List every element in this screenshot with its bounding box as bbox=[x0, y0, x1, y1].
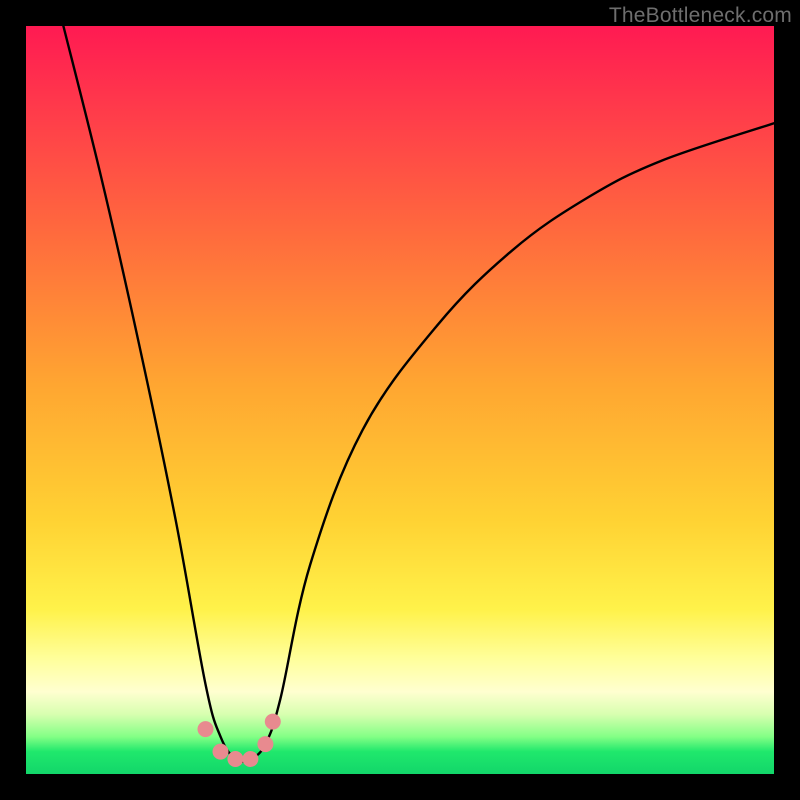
marker-point bbox=[198, 721, 214, 737]
chart-svg bbox=[26, 26, 774, 774]
chart-plot-area bbox=[26, 26, 774, 774]
marker-point bbox=[213, 744, 229, 760]
marker-point bbox=[265, 714, 281, 730]
watermark-text: TheBottleneck.com bbox=[609, 4, 792, 28]
marker-point bbox=[242, 751, 258, 767]
chart-stage: TheBottleneck.com bbox=[0, 0, 800, 800]
bottleneck-curve bbox=[63, 26, 774, 762]
marker-point bbox=[227, 751, 243, 767]
bottom-cluster-markers bbox=[198, 714, 281, 767]
marker-point bbox=[257, 736, 273, 752]
